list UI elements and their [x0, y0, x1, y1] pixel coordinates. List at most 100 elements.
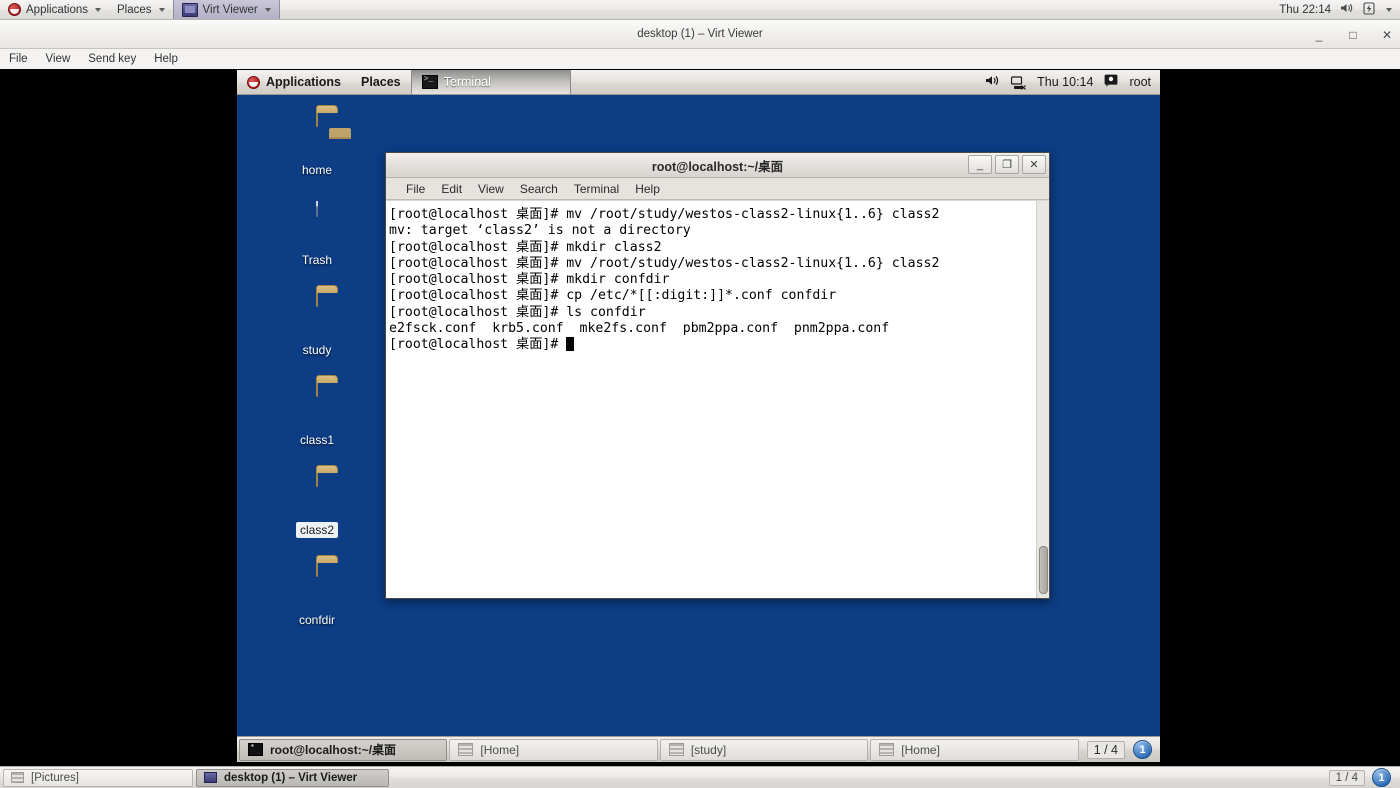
- terminal-close-button[interactable]: ✕: [1022, 155, 1046, 174]
- terminal-body[interactable]: [root@localhost 桌面]# mv /root/study/west…: [386, 201, 1049, 598]
- caret-down-icon: [95, 7, 102, 12]
- terminal-prompt: [root@localhost 桌面]#: [389, 304, 567, 320]
- host-task-pictures[interactable]: [Pictures]: [3, 768, 193, 787]
- trash-icon: [277, 201, 357, 248]
- terminal-icon: [421, 75, 438, 89]
- maximize-button[interactable]: □: [1346, 28, 1360, 42]
- terminal-menu-view[interactable]: View: [470, 182, 512, 196]
- host-applications-menu[interactable]: Applications: [0, 0, 109, 19]
- caret-down-icon: [264, 7, 271, 12]
- host-applications-label: Applications: [26, 3, 89, 16]
- guest-task-home-2[interactable]: [Home]: [870, 738, 1079, 761]
- guest-places-menu[interactable]: Places: [351, 70, 411, 94]
- terminal-line: [root@localhost 桌面]#: [389, 337, 1036, 353]
- folder-icon: [277, 291, 357, 338]
- terminal-menu-terminal[interactable]: Terminal: [566, 182, 627, 196]
- desktop-icon-class2[interactable]: class2: [277, 471, 357, 538]
- guest-task-home-1[interactable]: [Home]: [449, 738, 658, 761]
- desktop-icon-trash[interactable]: Trash: [277, 201, 357, 268]
- window-icon: [458, 743, 474, 756]
- terminal-menubar: File Edit View Search Terminal Help: [386, 178, 1049, 200]
- host-clock[interactable]: Thu 22:14: [1279, 4, 1331, 16]
- window-icon: [11, 772, 24, 783]
- terminal-window[interactable]: root@localhost:~/桌面 _ ❐ ✕ File Edit View…: [385, 152, 1050, 599]
- folder-icon: [277, 381, 357, 428]
- guest-task-label: [Home]: [480, 742, 520, 757]
- guest-panel-window-label: Terminal: [443, 75, 491, 89]
- desktop-icon-study[interactable]: study: [277, 291, 357, 358]
- terminal-menu-file[interactable]: File: [398, 182, 433, 196]
- guest-clock[interactable]: Thu 10:14: [1037, 75, 1093, 89]
- fedora-logo-icon: [247, 75, 260, 89]
- host-task-label: desktop (1) – Virt Viewer: [224, 771, 358, 784]
- host-panel-tray: Thu 22:14: [1279, 1, 1400, 18]
- terminal-line: [root@localhost 桌面]# mkdir class2: [389, 240, 1036, 256]
- terminal-prompt: [root@localhost 桌面]#: [389, 337, 567, 353]
- guest-panel-tray: Thu 10:14 root: [985, 74, 1160, 90]
- host-taskbar-right: 1 / 4 1: [1328, 768, 1397, 787]
- vv-menu-send-key[interactable]: Send key: [79, 49, 145, 69]
- terminal-menu-help[interactable]: Help: [627, 182, 668, 196]
- virt-viewer-icon: [204, 772, 217, 783]
- host-workspace-pager[interactable]: 1 / 4: [1328, 769, 1365, 786]
- vv-menu-view[interactable]: View: [37, 49, 80, 69]
- speaker-icon[interactable]: [1340, 2, 1354, 17]
- terminal-line: e2fsck.conf krb5.conf mke2fs.conf pbm2pp…: [389, 321, 1036, 337]
- terminal-scrollbar[interactable]: [1036, 201, 1049, 598]
- host-task-virt-viewer[interactable]: desktop (1) – Virt Viewer: [196, 768, 389, 787]
- terminal-output[interactable]: [root@localhost 桌面]# mv /root/study/west…: [386, 201, 1036, 598]
- terminal-titlebar: root@localhost:~/桌面 _ ❐ ✕: [386, 153, 1049, 178]
- terminal-prompt: [root@localhost 桌面]#: [389, 255, 567, 271]
- desktop-icon-label: study: [302, 343, 332, 357]
- virt-viewer-title: desktop (1) – Virt Viewer: [637, 28, 763, 40]
- terminal-line: mv: target ‘class2’ is not a directory: [389, 223, 1036, 239]
- guest-panel-window-terminal[interactable]: Terminal: [410, 70, 571, 94]
- window-icon: [668, 743, 684, 756]
- guest-task-label: [Home]: [901, 742, 940, 757]
- desktop-icon-class1[interactable]: class1: [277, 381, 357, 448]
- vv-menu-help[interactable]: Help: [145, 49, 187, 69]
- battery-icon[interactable]: [1363, 1, 1375, 18]
- terminal-command-text: mv /root/study/westos-class2-linux{1..6}…: [566, 255, 940, 271]
- guest-desktop-viewport[interactable]: Applications Places Terminal: [237, 70, 1160, 762]
- guest-workspace-pager[interactable]: 1 / 4: [1086, 740, 1126, 759]
- desktop-icon-confdir[interactable]: confdir: [277, 561, 357, 628]
- guest-task-terminal[interactable]: root@localhost:~/桌面: [239, 738, 448, 761]
- guest-top-panel: Applications Places Terminal: [237, 70, 1160, 95]
- terminal-window-controls: _ ❐ ✕: [968, 155, 1046, 174]
- terminal-maximize-button[interactable]: ❐: [995, 155, 1019, 174]
- terminal-menu-edit[interactable]: Edit: [433, 182, 470, 196]
- guest-user-label[interactable]: root: [1129, 75, 1151, 89]
- host-task-label: [Pictures]: [31, 771, 79, 784]
- virt-viewer-window-controls: _ □ ✕: [1312, 20, 1394, 49]
- terminal-menu-search[interactable]: Search: [512, 182, 566, 196]
- user-icon[interactable]: [1104, 74, 1118, 90]
- guest-workspace-badge[interactable]: 1: [1133, 740, 1153, 759]
- terminal-prompt: [root@localhost 桌面]#: [389, 272, 567, 288]
- network-disconnected-icon[interactable]: [1011, 75, 1027, 90]
- folder-icon: [277, 471, 357, 518]
- host-places-menu[interactable]: Places: [109, 0, 173, 19]
- terminal-cursor: [566, 337, 575, 352]
- terminal-line: [root@localhost 桌面]# mv /root/study/west…: [389, 207, 1036, 223]
- host-panel-active-window[interactable]: Virt Viewer: [172, 0, 280, 19]
- terminal-title: root@localhost:~/桌面: [651, 159, 784, 174]
- terminal-prompt: [root@localhost 桌面]#: [389, 288, 567, 304]
- virt-viewer-titlebar: desktop (1) – Virt Viewer _ □ ✕: [0, 20, 1400, 49]
- desktop-icon-home[interactable]: home: [277, 111, 357, 178]
- guest-applications-menu[interactable]: Applications: [237, 70, 351, 94]
- tray-caret-down-icon[interactable]: [1386, 7, 1392, 12]
- close-button[interactable]: ✕: [1380, 28, 1394, 42]
- desktop-icon-label: Trash: [301, 253, 333, 267]
- terminal-minimize-button[interactable]: _: [968, 155, 992, 174]
- guest-task-study[interactable]: [study]: [659, 738, 869, 761]
- terminal-scrollbar-thumb[interactable]: [1039, 546, 1048, 594]
- host-places-label: Places: [117, 3, 152, 16]
- speaker-icon[interactable]: [985, 74, 1000, 90]
- guest-task-label: root@localhost:~/桌面: [270, 743, 397, 757]
- guest-taskbar-right: 1 / 4 1: [1081, 740, 1158, 759]
- minimize-button[interactable]: _: [1312, 28, 1326, 42]
- host-panel-menus: Applications Places Virt Viewer: [0, 0, 280, 19]
- vv-menu-file[interactable]: File: [0, 49, 37, 69]
- host-workspace-badge[interactable]: 1: [1372, 768, 1391, 787]
